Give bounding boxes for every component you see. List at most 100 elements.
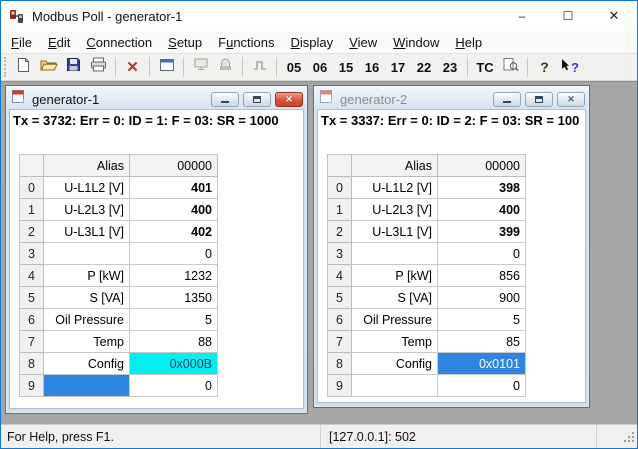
selected-config-value-cell[interactable]: 0x0101 [438, 353, 526, 375]
table-row: 4P [kW]1232 [20, 265, 218, 287]
alias-cell[interactable]: Temp [352, 331, 438, 353]
alias-cell[interactable]: Temp [44, 331, 130, 353]
open-file-button[interactable] [37, 56, 60, 79]
alias-cell[interactable]: U-L2L3 [V] [44, 199, 130, 221]
config-value-cell[interactable]: 0x000B [130, 353, 218, 375]
alias-cell[interactable]: S [VA] [352, 287, 438, 309]
row-number-cell: 8 [20, 353, 44, 375]
close-button[interactable]: ✕ [591, 1, 637, 31]
menu-functions[interactable]: Functions [210, 33, 282, 52]
value-cell[interactable]: 856 [438, 265, 526, 287]
alias-cell[interactable]: Oil Pressure [44, 309, 130, 331]
pulse-button[interactable] [248, 56, 271, 79]
menu-file[interactable]: File [3, 33, 40, 52]
value-cell[interactable]: 5 [438, 309, 526, 331]
table-row: 4P [kW]856 [328, 265, 526, 287]
resize-grip[interactable] [623, 431, 635, 446]
function-22-button[interactable]: 22 [412, 56, 436, 79]
value-cell[interactable]: 0 [130, 375, 218, 397]
row-number-cell: 3 [20, 243, 44, 265]
value-cell[interactable]: 900 [438, 287, 526, 309]
communication-log-button[interactable] [499, 56, 522, 79]
value-cell[interactable]: 0 [130, 243, 218, 265]
alias-cell[interactable]: Config [352, 353, 438, 375]
alias-cell[interactable]: Config [44, 353, 130, 375]
row-number-cell: 2 [328, 221, 352, 243]
minimize-button[interactable]: – [499, 1, 545, 31]
value-cell[interactable]: 400 [130, 199, 218, 221]
function-05-button[interactable]: 05 [282, 56, 306, 79]
device-button[interactable] [214, 56, 237, 79]
context-help-arrow-icon [560, 58, 570, 77]
help-button[interactable]: ? [533, 56, 556, 79]
value-cell[interactable]: 399 [438, 221, 526, 243]
menu-edit[interactable]: Edit [40, 33, 78, 52]
alias-cell[interactable]: U-L3L1 [V] [44, 221, 130, 243]
function-16-button[interactable]: 16 [360, 56, 384, 79]
print-button[interactable] [87, 56, 110, 79]
value-cell[interactable]: 401 [130, 177, 218, 199]
table-row: 7Temp88 [20, 331, 218, 353]
row-number-cell: 7 [20, 331, 44, 353]
value-cell[interactable]: 1232 [130, 265, 218, 287]
selected-alias-cell[interactable] [44, 375, 130, 397]
row-number-cell: 9 [20, 375, 44, 397]
child-minimize-button[interactable] [211, 92, 239, 107]
save-button[interactable] [62, 56, 85, 79]
value-cell[interactable]: 0 [438, 375, 526, 397]
poll-definition-button[interactable] [189, 56, 212, 79]
alias-cell[interactable]: S [VA] [44, 287, 130, 309]
alias-cell[interactable]: Oil Pressure [352, 309, 438, 331]
menu-connection[interactable]: Connection [78, 33, 160, 52]
value-cell[interactable]: 400 [438, 199, 526, 221]
value-cell[interactable]: 88 [130, 331, 218, 353]
menu-display[interactable]: Display [283, 33, 342, 52]
value-cell[interactable]: 0 [438, 243, 526, 265]
child-title-bar[interactable]: generator-1 ✕ [9, 89, 304, 109]
alias-cell[interactable] [352, 375, 438, 397]
table-row: 2U-L3L1 [V]399 [328, 221, 526, 243]
function-23-button[interactable]: 23 [438, 56, 462, 79]
alias-cell[interactable]: U-L1L2 [V] [352, 177, 438, 199]
tc-button[interactable]: TC [473, 56, 497, 79]
value-cell[interactable]: 398 [438, 177, 526, 199]
menu-help[interactable]: Help [447, 33, 490, 52]
function-15-button[interactable]: 15 [334, 56, 358, 79]
alias-cell[interactable]: U-L2L3 [V] [352, 199, 438, 221]
alias-cell[interactable]: U-L1L2 [V] [44, 177, 130, 199]
alias-cell[interactable] [352, 243, 438, 265]
child-minimize-button[interactable] [493, 92, 521, 107]
toolbar-separator [242, 57, 243, 77]
child-restore-button[interactable] [525, 92, 553, 107]
child-close-button[interactable]: ✕ [275, 92, 303, 107]
value-cell[interactable]: 402 [130, 221, 218, 243]
maximize-button[interactable]: ☐ [545, 1, 591, 31]
context-help-button[interactable]: ? [558, 56, 581, 79]
menu-setup[interactable]: Setup [160, 33, 210, 52]
read-write-definition-button[interactable] [155, 56, 178, 79]
child-restore-button[interactable] [243, 92, 271, 107]
child-close-button[interactable]: ✕ [557, 92, 585, 107]
function-06-button[interactable]: 06 [308, 56, 332, 79]
alias-cell[interactable]: U-L3L1 [V] [352, 221, 438, 243]
value-cell[interactable]: 5 [130, 309, 218, 331]
menu-window[interactable]: Window [385, 33, 447, 52]
row-number-cell: 9 [328, 375, 352, 397]
alias-cell[interactable] [44, 243, 130, 265]
value-cell[interactable]: 85 [438, 331, 526, 353]
alias-cell[interactable]: P [kW] [352, 265, 438, 287]
function-17-button[interactable]: 17 [386, 56, 410, 79]
alias-cell[interactable]: P [kW] [44, 265, 130, 287]
new-file-button[interactable] [12, 56, 35, 79]
value-cell[interactable]: 1350 [130, 287, 218, 309]
row-number-cell: 7 [328, 331, 352, 353]
row-number-cell: 1 [20, 199, 44, 221]
table-row: 30 [20, 243, 218, 265]
close-icon: ✕ [567, 95, 575, 104]
row-number-cell: 1 [328, 199, 352, 221]
app-icon [8, 8, 25, 25]
child-title-bar[interactable]: generator-2 ✕ [317, 89, 586, 109]
menu-view[interactable]: View [341, 33, 385, 52]
row-number-cell: 3 [328, 243, 352, 265]
cancel-button[interactable]: ✕ [121, 56, 144, 79]
